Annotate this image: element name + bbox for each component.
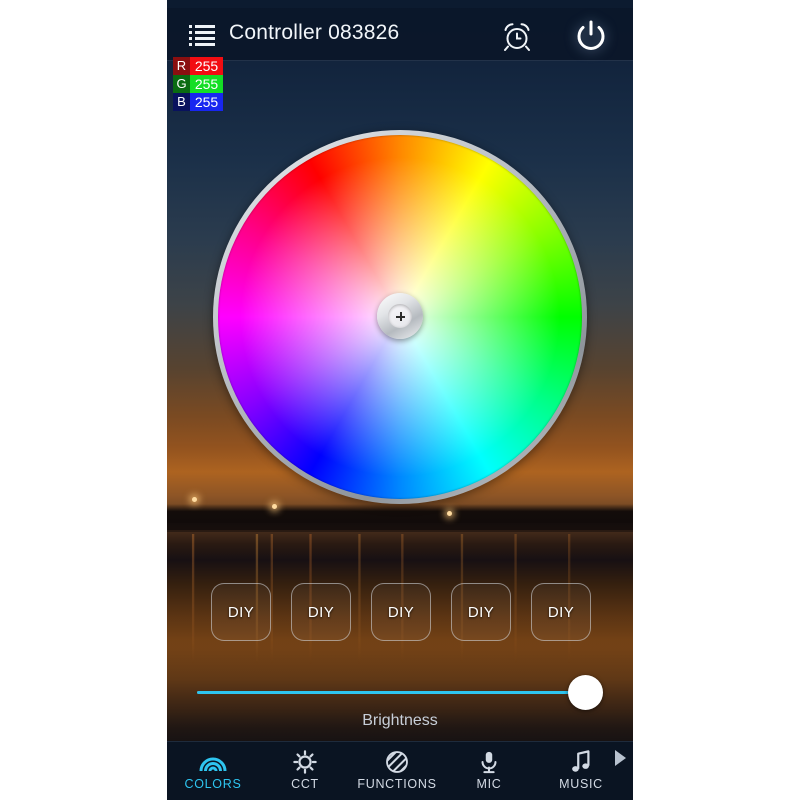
rgb-key-green: G xyxy=(173,75,190,93)
diy-button-3[interactable]: DIY xyxy=(371,583,431,641)
color-wheel[interactable] xyxy=(213,130,587,504)
tab-label-functions: FUNCTIONS xyxy=(357,777,437,791)
tab-label-cct: CCT xyxy=(291,777,319,791)
rgb-row-blue: B 255 xyxy=(173,93,223,111)
striped-circle-icon xyxy=(386,751,408,773)
status-bar xyxy=(167,0,633,8)
sun-icon xyxy=(293,750,317,774)
rgb-key-red: R xyxy=(173,57,190,75)
background-streetlamp xyxy=(192,497,197,502)
tab-music[interactable]: MUSIC xyxy=(535,748,627,798)
chevron-right-icon[interactable] xyxy=(615,750,626,766)
tab-colors[interactable]: COLORS xyxy=(167,748,259,798)
rgb-key-blue: B xyxy=(173,93,190,111)
rainbow-icon xyxy=(199,757,227,772)
tab-cct[interactable]: CCT xyxy=(259,748,351,798)
microphone-icon xyxy=(481,751,497,774)
diy-preset-row: DIY DIY DIY DIY DIY xyxy=(211,583,591,641)
color-wheel-selector[interactable] xyxy=(377,293,423,339)
tab-functions[interactable]: FUNCTIONS xyxy=(351,748,443,798)
rgb-readout: R 255 G 255 B 255 xyxy=(173,57,223,111)
list-icon[interactable] xyxy=(189,25,215,47)
rgb-row-green: G 255 xyxy=(173,75,223,93)
tab-label-mic: MIC xyxy=(476,777,502,791)
background-bridge xyxy=(167,523,633,532)
rgb-row-red: R 255 xyxy=(173,57,223,75)
diy-button-1[interactable]: DIY xyxy=(211,583,271,641)
rgb-value-blue: 255 xyxy=(190,93,223,111)
tab-label-colors: COLORS xyxy=(184,777,242,791)
rgb-value-red: 255 xyxy=(190,57,223,75)
diy-button-4[interactable]: DIY xyxy=(451,583,511,641)
tab-mic[interactable]: MIC xyxy=(443,748,535,798)
brightness-thumb[interactable] xyxy=(568,675,603,710)
background-streetlamp xyxy=(272,504,277,509)
background-streetlamp xyxy=(447,511,452,516)
app-screen: Controller 083826 R 255 G 255 B 255 DIY … xyxy=(167,0,633,800)
brightness-slider[interactable]: Brightness xyxy=(167,670,633,732)
alarm-clock-icon[interactable] xyxy=(501,21,533,51)
music-note-icon xyxy=(572,750,590,772)
tab-label-music: MUSIC xyxy=(559,777,603,791)
diy-button-2[interactable]: DIY xyxy=(291,583,351,641)
bottom-tab-bar: COLORS CCT FUNCTIONS MIC MUSIC xyxy=(167,741,633,800)
rgb-value-green: 255 xyxy=(190,75,223,93)
brightness-label: Brightness xyxy=(362,712,438,729)
brightness-fill xyxy=(197,691,587,694)
page-title: Controller 083826 xyxy=(229,21,400,44)
diy-button-5[interactable]: DIY xyxy=(531,583,591,641)
app-header: Controller 083826 xyxy=(167,8,633,61)
crosshair-icon xyxy=(396,312,405,321)
power-icon[interactable] xyxy=(573,19,609,53)
